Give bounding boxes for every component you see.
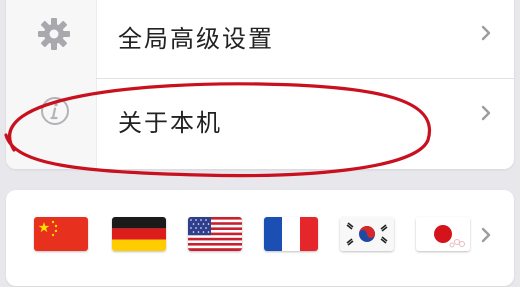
south-korea-flag[interactable] [340,217,394,251]
china-flag[interactable] [34,217,88,251]
settings-card: 全局高级设置 关于本机 [6,0,514,169]
settings-item-label: 全局高级设置 [118,25,274,53]
info-icon [41,97,69,125]
france-flag[interactable] [264,217,318,251]
settings-item-label: 关于本机 [118,109,222,137]
chevron-right-icon [481,25,491,41]
settings-item-global-advanced[interactable]: 全局高级设置 [6,0,514,79]
icon-cell [6,0,97,79]
icon-cell [6,79,97,169]
germany-flag[interactable] [112,217,166,251]
gear-icon [38,18,70,50]
japan-flag[interactable] [416,217,470,251]
chevron-right-icon [481,105,491,121]
chevron-right-icon[interactable] [478,225,494,245]
language-flags-card [6,190,514,286]
usa-flag[interactable] [188,217,242,251]
settings-item-about-device[interactable]: 关于本机 [6,79,514,169]
